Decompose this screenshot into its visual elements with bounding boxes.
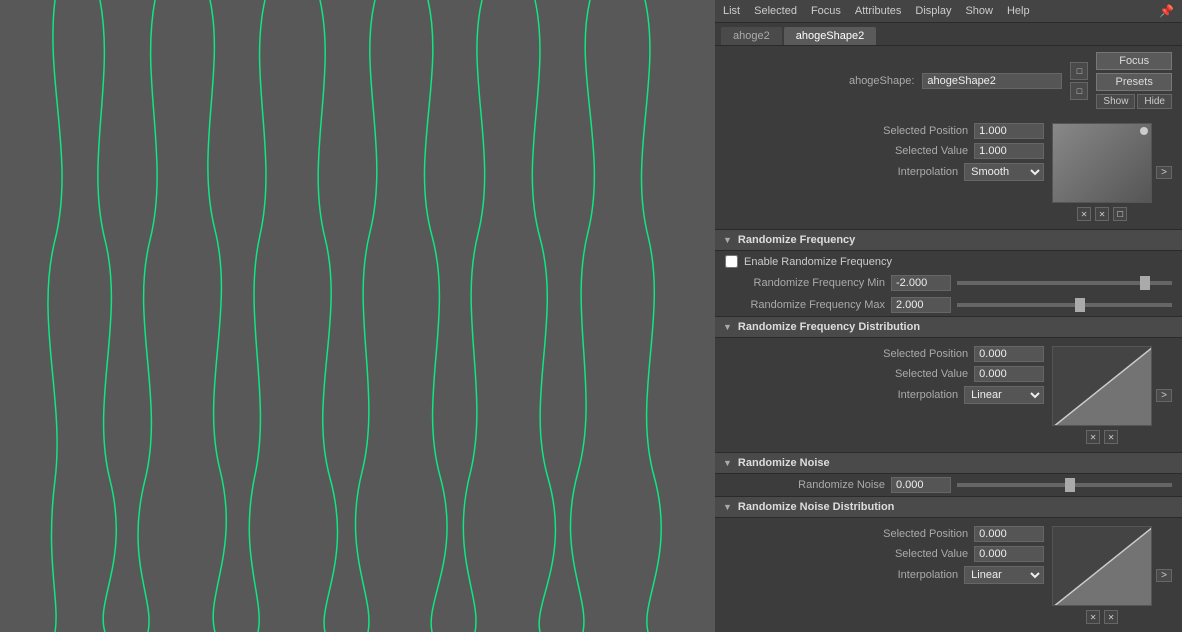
randomize-freq-dist-header[interactable]: ▼ Randomize Frequency Distribution	[715, 317, 1182, 338]
focus-button[interactable]: Focus	[1096, 52, 1172, 70]
freq-max-row: Randomize Frequency Max	[715, 294, 1182, 316]
pin-icon: 📌	[1159, 4, 1174, 18]
collapse-triangle-freq-dist: ▼	[723, 322, 732, 332]
shape-row: ahogeShape: □ □ Focus Presets Show Hide	[715, 46, 1182, 115]
selected-value-input-freq-dist[interactable]	[974, 366, 1044, 382]
randomize-frequency-header[interactable]: ▼ Randomize Frequency	[715, 230, 1182, 251]
selected-position-input-top[interactable]	[974, 123, 1044, 139]
show-button[interactable]: Show	[1096, 94, 1135, 109]
presets-button[interactable]: Presets	[1096, 73, 1172, 91]
graph-icon-minus-noise-dist[interactable]: ✕	[1086, 610, 1100, 624]
noise-input[interactable]	[891, 477, 951, 493]
enable-randomize-freq-label: Enable Randomize Frequency	[744, 256, 892, 268]
copy-icon[interactable]: □	[1070, 62, 1088, 80]
graph-icon-x-noise-dist[interactable]: ✕	[1104, 610, 1118, 624]
graph-icon-x-top[interactable]: ✕	[1095, 207, 1109, 221]
menu-help[interactable]: Help	[1007, 5, 1030, 17]
panel-content: Selected Position Selected Value Interpo…	[715, 115, 1182, 632]
menu-selected[interactable]: Selected	[754, 5, 797, 17]
randomize-freq-dist-title: Randomize Frequency Distribution	[738, 321, 920, 333]
menu-focus[interactable]: Focus	[811, 5, 841, 17]
graph-arrow-freq-dist[interactable]: >	[1156, 389, 1172, 402]
randomize-noise-header[interactable]: ▼ Randomize Noise	[715, 453, 1182, 474]
selected-value-label-freq-dist: Selected Value	[868, 368, 968, 380]
menu-attributes[interactable]: Attributes	[855, 5, 901, 17]
freq-max-thumb[interactable]	[1075, 298, 1085, 312]
interpolation-label-freq-dist: Interpolation	[858, 389, 958, 401]
interpolation-select-noise-dist[interactable]: Linear Smooth	[964, 566, 1044, 584]
randomize-noise-dist-header[interactable]: ▼ Randomize Noise Distribution	[715, 497, 1182, 518]
top-curve-graph[interactable]	[1052, 123, 1152, 203]
freq-dist-curve-section: Selected Position Selected Value Interpo…	[715, 338, 1182, 452]
graph-icon-minus-freq-dist[interactable]: ✕	[1086, 430, 1100, 444]
randomize-noise-title: Randomize Noise	[738, 457, 830, 469]
freq-max-input[interactable]	[891, 297, 951, 313]
interpolation-label-noise-dist: Interpolation	[858, 569, 958, 581]
randomize-frequency-title: Randomize Frequency	[738, 234, 855, 246]
noise-dist-curve-section: Selected Position Selected Value Interpo…	[715, 518, 1182, 632]
menu-list[interactable]: List	[723, 5, 740, 17]
freq-max-label: Randomize Frequency Max	[725, 299, 885, 311]
tab-ahogeshape2[interactable]: ahogeShape2	[784, 27, 877, 45]
randomize-noise-dist-title: Randomize Noise Distribution	[738, 501, 894, 513]
freq-max-track[interactable]	[957, 303, 1172, 307]
randomize-noise-section: ▼ Randomize Noise Randomize Noise	[715, 453, 1182, 497]
randomize-frequency-section: ▼ Randomize Frequency Enable Randomize F…	[715, 230, 1182, 317]
curve-fields-freq-dist: Selected Position Selected Value Interpo…	[725, 346, 1044, 404]
shape-label: ahogeShape:	[849, 75, 914, 87]
paste-icon[interactable]: □	[1070, 82, 1088, 100]
noise-dist-graph-wrapper: ✕ ✕ >	[1052, 526, 1172, 624]
tabs: ahoge2 ahogeShape2	[715, 23, 1182, 46]
selected-position-label-top: Selected Position	[868, 125, 968, 137]
freq-min-thumb[interactable]	[1140, 276, 1150, 290]
collapse-triangle-noise: ▼	[723, 458, 732, 468]
hide-button[interactable]: Hide	[1137, 94, 1172, 109]
noise-thumb[interactable]	[1065, 478, 1075, 492]
interpolation-select-top[interactable]: Smooth Linear	[964, 163, 1044, 181]
freq-min-row: Randomize Frequency Min	[715, 272, 1182, 294]
freq-dist-graph-wrapper: ✕ ✕ >	[1052, 346, 1172, 444]
freq-min-track[interactable]	[957, 281, 1172, 285]
curve-fields-top: Selected Position Selected Value Interpo…	[725, 123, 1044, 181]
selected-position-input-noise-dist[interactable]	[974, 526, 1044, 542]
graph-arrow-noise-dist[interactable]: >	[1156, 569, 1172, 582]
selected-position-label-noise-dist: Selected Position	[868, 528, 968, 540]
graph-icon-x-freq-dist[interactable]: ✕	[1104, 430, 1118, 444]
noise-dist-curve-graph[interactable]	[1052, 526, 1152, 606]
top-curve-section: Selected Position Selected Value Interpo…	[715, 115, 1182, 230]
enable-randomize-freq-checkbox[interactable]	[725, 255, 738, 268]
selected-value-input-noise-dist[interactable]	[974, 546, 1044, 562]
graph-icon-box-top[interactable]: ☐	[1113, 207, 1127, 221]
freq-min-input[interactable]	[891, 275, 951, 291]
curve-fields-noise-dist: Selected Position Selected Value Interpo…	[725, 526, 1044, 584]
freq-dist-curve-graph[interactable]	[1052, 346, 1152, 426]
noise-track[interactable]	[957, 483, 1172, 487]
tab-ahoge2[interactable]: ahoge2	[721, 27, 782, 45]
menu-display[interactable]: Display	[915, 5, 951, 17]
top-curve-graph-wrapper: ✕ ✕ ☐ >	[1052, 123, 1172, 221]
collapse-triangle-freq: ▼	[723, 235, 732, 245]
menubar: List Selected Focus Attributes Display S…	[715, 0, 1182, 23]
interpolation-label-top: Interpolation	[858, 166, 958, 178]
menu-show[interactable]: Show	[965, 5, 993, 17]
freq-min-label: Randomize Frequency Min	[725, 277, 885, 289]
randomize-freq-dist-section: ▼ Randomize Frequency Distribution Selec…	[715, 317, 1182, 453]
shape-name-input[interactable]	[922, 73, 1062, 89]
selected-value-input-top[interactable]	[974, 143, 1044, 159]
selected-value-label-noise-dist: Selected Value	[868, 548, 968, 560]
graph-arrow-top[interactable]: >	[1156, 166, 1172, 179]
collapse-triangle-noise-dist: ▼	[723, 502, 732, 512]
noise-row: Randomize Noise	[715, 474, 1182, 496]
enable-randomize-freq-row: Enable Randomize Frequency	[715, 251, 1182, 272]
graph-icon-minus-top[interactable]: ✕	[1077, 207, 1091, 221]
selected-value-label-top: Selected Value	[868, 145, 968, 157]
properties-panel: List Selected Focus Attributes Display S…	[715, 0, 1182, 632]
interpolation-select-freq-dist[interactable]: Linear Smooth	[964, 386, 1044, 404]
noise-label: Randomize Noise	[725, 479, 885, 491]
randomize-noise-dist-section: ▼ Randomize Noise Distribution Selected …	[715, 497, 1182, 632]
viewport	[0, 0, 715, 632]
selected-position-label-freq-dist: Selected Position	[868, 348, 968, 360]
selected-position-input-freq-dist[interactable]	[974, 346, 1044, 362]
